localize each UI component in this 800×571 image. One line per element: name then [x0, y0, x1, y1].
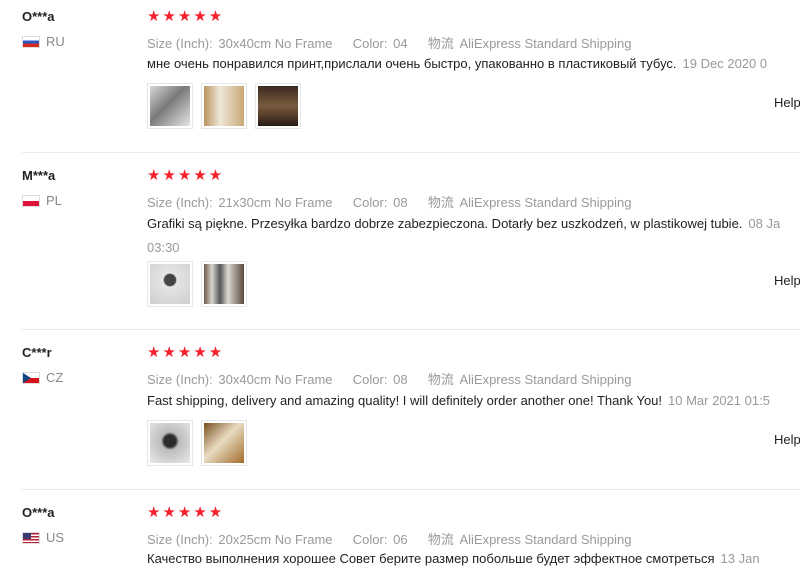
- review-sku-info: Size (Inch): 30x40cm No Frame Color: 08 …: [147, 369, 631, 388]
- reviewer-name: O***a: [22, 9, 55, 24]
- review-photo-thumbnail[interactable]: [147, 83, 193, 129]
- star-rating: ★★★★★: [147, 344, 225, 361]
- color-label: Color:: [352, 532, 388, 547]
- reviewer-country: US: [22, 530, 64, 545]
- review-photo-thumbnail[interactable]: [201, 420, 247, 466]
- review-photo-thumbnail[interactable]: [201, 83, 247, 129]
- review-date: 13 Jan: [720, 551, 760, 566]
- country-code: CZ: [46, 370, 64, 385]
- shipping-label: 物流: [427, 532, 454, 547]
- review-photos: [147, 420, 247, 466]
- size-value: 30x40cm No Frame: [218, 372, 333, 387]
- review-comment: Качество выполнения хорошее Совет берите…: [147, 547, 797, 571]
- shipping-value: AliExpress Standard Shipping: [459, 195, 632, 210]
- color-value: 08: [393, 195, 408, 210]
- color-label: Color:: [352, 372, 388, 387]
- color-value: 08: [393, 372, 408, 387]
- size-label: Size (Inch):: [147, 532, 213, 547]
- reviewer-name: M***a: [22, 168, 56, 183]
- color-value: 04: [393, 36, 408, 51]
- shipping-value: AliExpress Standard Shipping: [459, 372, 632, 387]
- star-rating: ★★★★★: [147, 504, 225, 521]
- comment-text: Fast shipping, delivery and amazing qual…: [147, 393, 663, 408]
- reviewer-country: RU: [22, 34, 65, 49]
- review-photo-thumbnail[interactable]: [147, 261, 193, 307]
- reviewer-name: O***a: [22, 505, 55, 520]
- shipping-value: AliExpress Standard Shipping: [459, 532, 632, 547]
- review-date: 10 Mar 2021 01:5: [668, 393, 770, 408]
- size-label: Size (Inch):: [147, 195, 213, 210]
- country-code: RU: [46, 34, 65, 49]
- review-comment: Fast shipping, delivery and amazing qual…: [147, 389, 797, 413]
- color-label: Color:: [352, 195, 388, 210]
- flag-pl-icon: [22, 194, 40, 207]
- reviewer-country: PL: [22, 193, 62, 208]
- review-divider: [22, 329, 800, 330]
- review-divider: [22, 489, 800, 490]
- comment-text: мне очень понравился принт,прислали очен…: [147, 56, 677, 71]
- review-divider: [22, 152, 800, 153]
- flag-ru-icon: [22, 35, 40, 48]
- flag-us-icon: [22, 531, 40, 544]
- star-rating: ★★★★★: [147, 167, 225, 184]
- color-label: Color:: [352, 36, 388, 51]
- review-sku-info: Size (Inch): 21x30cm No Frame Color: 08 …: [147, 192, 631, 211]
- color-value: 06: [393, 532, 408, 547]
- comment-text: Качество выполнения хорошее Совет берите…: [147, 551, 715, 566]
- country-code: PL: [46, 193, 62, 208]
- review-date: 19 Dec 2020 0: [682, 56, 768, 71]
- country-code: US: [46, 530, 65, 545]
- review-comment: Grafiki są piękne. Przesyłka bardzo dobr…: [147, 212, 797, 260]
- size-value: 30x40cm No Frame: [218, 36, 333, 51]
- review-sku-info: Size (Inch): 30x40cm No Frame Color: 04 …: [147, 33, 631, 52]
- reviewer-name: C***r: [22, 345, 52, 360]
- review-photos: [147, 261, 247, 307]
- helpful-button[interactable]: Help: [774, 273, 800, 288]
- shipping-label: 物流: [427, 36, 454, 51]
- size-label: Size (Inch):: [147, 372, 213, 387]
- shipping-label: 物流: [427, 195, 454, 210]
- review-photo-thumbnail[interactable]: [201, 261, 247, 307]
- helpful-button[interactable]: Help: [774, 432, 800, 447]
- review-comment: мне очень понравился принт,прислали очен…: [147, 52, 797, 76]
- size-value: 21x30cm No Frame: [218, 195, 333, 210]
- comment-text: Grafiki są piękne. Przesyłka bardzo dobr…: [147, 216, 743, 231]
- reviewer-country: CZ: [22, 370, 63, 385]
- shipping-value: AliExpress Standard Shipping: [459, 36, 632, 51]
- review-photo-thumbnail[interactable]: [147, 420, 193, 466]
- review-sku-info: Size (Inch): 20x25cm No Frame Color: 06 …: [147, 529, 631, 548]
- helpful-button[interactable]: Help: [774, 95, 800, 110]
- size-value: 20x25cm No Frame: [218, 532, 333, 547]
- star-rating: ★★★★★: [147, 8, 225, 25]
- size-label: Size (Inch):: [147, 36, 213, 51]
- review-photos: [147, 83, 301, 129]
- review-photo-thumbnail[interactable]: [255, 83, 301, 129]
- shipping-label: 物流: [427, 372, 454, 387]
- flag-cz-icon: [22, 371, 40, 384]
